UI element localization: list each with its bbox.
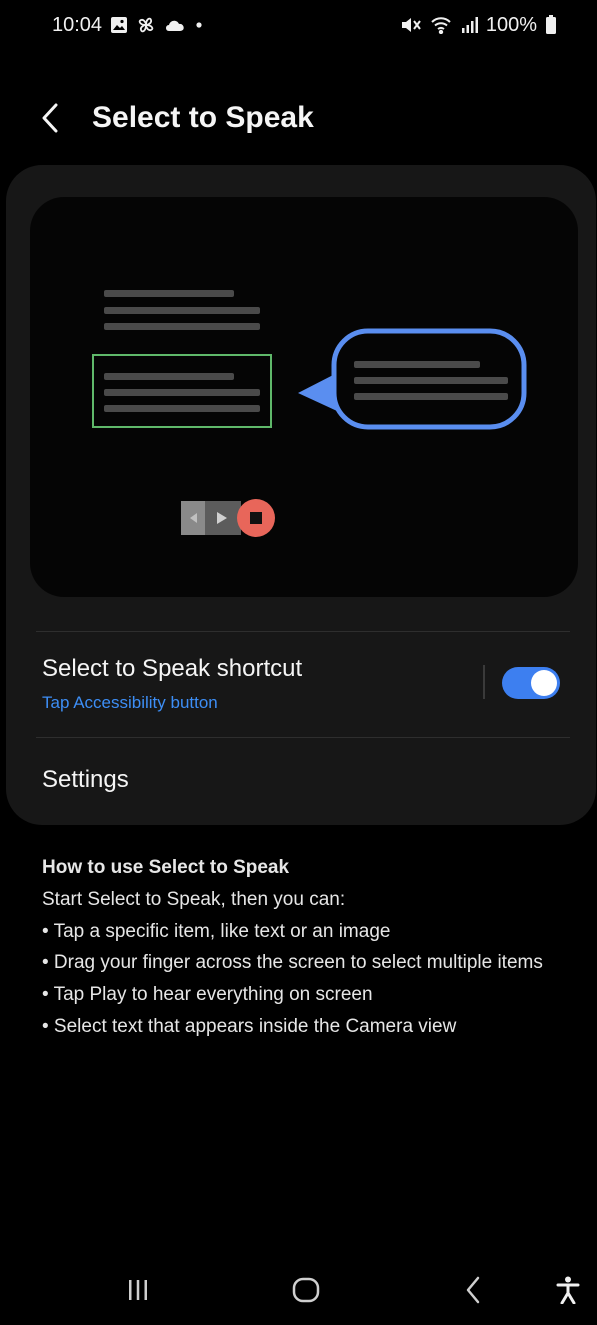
wifi-icon	[430, 16, 452, 34]
text-lines-top	[104, 290, 260, 330]
help-item: • Tap a specific item, like text or an i…	[42, 920, 391, 942]
status-right: 100%	[400, 14, 557, 37]
mute-icon	[400, 16, 422, 34]
pinwheel-icon	[136, 15, 156, 35]
shortcut-toggle[interactable]	[502, 667, 560, 699]
recents-icon	[129, 1280, 147, 1300]
recents-button[interactable]	[120, 1273, 156, 1307]
feature-card: Select to Speak shortcut Tap Accessibili…	[6, 165, 596, 825]
battery-percent: 100%	[485, 13, 537, 36]
nav-back-button[interactable]	[458, 1273, 488, 1307]
shortcut-subtitle[interactable]: Tap Accessibility button	[42, 693, 218, 713]
home-icon	[292, 1277, 320, 1303]
navigation-bar	[0, 1255, 597, 1325]
gallery-icon	[110, 16, 128, 34]
help-item: • Select text that appears inside the Ca…	[42, 1015, 457, 1037]
player-control-icon	[181, 499, 275, 537]
signal-icon	[460, 16, 478, 34]
status-left: 10:04	[52, 14, 204, 37]
back-icon	[466, 1276, 480, 1304]
help-section: How to use Select to Speak Start Select …	[42, 852, 562, 1043]
divider	[36, 631, 570, 632]
shortcut-title: Select to Speak shortcut	[42, 655, 303, 682]
select-to-speak-illustration	[92, 290, 527, 537]
selection-box-icon	[92, 354, 272, 428]
status-time: 10:04	[52, 13, 103, 36]
back-button[interactable]	[40, 98, 72, 138]
shortcut-row[interactable]: Select to Speak shortcut Tap Accessibili…	[6, 645, 596, 735]
settings-row[interactable]: Settings	[6, 745, 596, 815]
back-arrow-icon	[42, 103, 58, 133]
dot-icon	[194, 20, 204, 30]
help-intro: Start Select to Speak, then you can:	[42, 888, 346, 910]
settings-label: Settings	[42, 766, 129, 793]
help-item: • Drag your finger across the screen to …	[42, 952, 543, 974]
battery-icon	[545, 15, 557, 35]
feature-illustration	[30, 197, 578, 597]
toggle-knob	[531, 670, 557, 696]
cloud-icon	[164, 18, 186, 32]
help-item: • Tap Play to hear everything on screen	[42, 984, 373, 1006]
divider	[36, 737, 570, 738]
home-button[interactable]	[286, 1273, 326, 1307]
accessibility-icon	[556, 1276, 580, 1304]
vertical-separator	[483, 665, 485, 699]
speech-bubble-icon	[298, 328, 527, 430]
header: Select to Speak	[40, 88, 577, 148]
accessibility-button[interactable]	[552, 1273, 584, 1307]
page-title: Select to Speak	[92, 101, 314, 134]
status-bar: 10:04 100%	[0, 0, 597, 50]
help-title: How to use Select to Speak	[42, 857, 290, 878]
